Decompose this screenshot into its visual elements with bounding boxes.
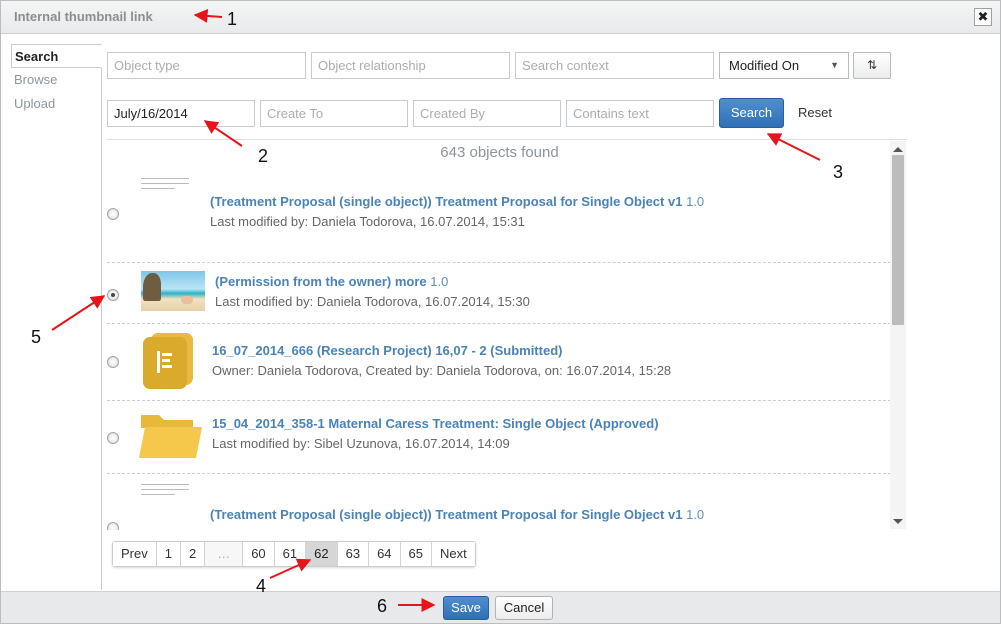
page-button[interactable]: 61 [274,542,307,566]
date-from-input[interactable] [107,100,255,127]
annotation-number: 5 [31,327,42,347]
page-next-button[interactable]: Next [432,542,475,566]
page-button[interactable]: 63 [337,542,370,566]
page-button[interactable]: 64 [369,542,401,566]
sidebar-item-search[interactable]: Search [11,44,102,68]
save-button[interactable]: Save [443,596,489,620]
sort-icon: ⇅ [866,58,878,72]
search-button[interactable]: Search [719,98,784,128]
result-title[interactable]: (Treatment Proposal (single object)) Tre… [210,194,704,209]
search-context-input[interactable] [515,52,714,79]
result-version: 1.0 [430,274,449,289]
result-title[interactable]: 16_07_2014_666 (Research Project) 16,07 … [212,343,562,358]
result-version: 1.0 [686,194,705,209]
result-version: 1.0 [686,507,705,522]
object-relationship-input[interactable] [311,52,510,79]
close-button[interactable]: ✖ [974,8,992,26]
result-item[interactable]: (Treatment Proposal (single object)) Tre… [107,474,891,530]
cancel-button[interactable]: Cancel [495,596,553,620]
result-title[interactable]: (Treatment Proposal (single object)) Tre… [210,507,704,522]
result-radio[interactable] [107,356,119,368]
result-radio[interactable] [107,208,119,220]
page-button[interactable]: 2 [180,542,206,566]
folder-icon [139,415,202,458]
sort-direction-button[interactable]: ⇅ [853,52,891,79]
contains-text-input[interactable] [566,100,714,127]
scroll-thumb[interactable] [892,155,904,325]
results-count: 643 objects found [440,144,559,161]
result-title[interactable]: 15_04_2014_358-1 Maternal Caress Treatme… [212,416,659,431]
sidebar-item-browse[interactable]: Browse [11,68,101,92]
result-radio[interactable] [107,432,119,444]
sort-field-value: Modified On [729,58,800,73]
annotation-number: 4 [256,576,267,596]
annotation-number: 2 [258,146,269,166]
dialog-footer: Save Cancel [1,591,1000,623]
result-item[interactable]: (Treatment Proposal (single object)) Tre… [107,170,891,262]
page-button-current[interactable]: 62 [306,542,338,566]
scroll-up-icon[interactable] [893,147,903,152]
page-button[interactable]: 60 [243,542,275,566]
sidebar-item-upload[interactable]: Upload [11,92,101,116]
dialog-titlebar: Internal thumbnail link ✖ [1,1,1000,34]
document-thumbnail [141,174,189,220]
result-meta: Last modified by: Daniela Todorova, 16.0… [210,214,525,229]
beach-photo-thumbnail [141,271,205,311]
page-prev-button[interactable]: Prev [113,542,157,566]
page-ellipsis: … [205,542,244,566]
annotation-number: 1 [227,9,238,29]
result-item[interactable]: 15_04_2014_358-1 Maternal Caress Treatme… [107,401,891,473]
result-meta: Last modified by: Sibel Uzunova, 16.07.2… [212,436,510,451]
internal-thumbnail-link-dialog: Internal thumbnail link ✖ Search Browse … [0,0,1001,624]
document-thumbnail [141,480,189,526]
result-item[interactable]: (Permission from the owner) more 1.0 Las… [107,263,891,323]
page-button[interactable]: 65 [400,542,433,566]
sidebar-nav: Search Browse Upload [11,44,102,590]
annotation-number: 6 [377,596,388,616]
results-scrollbar[interactable] [890,141,906,529]
page-button[interactable]: 1 [156,542,181,566]
results-list: 643 objects found (Treatment Proposal (s… [107,139,907,530]
result-item[interactable]: 16_07_2014_666 (Research Project) 16,07 … [107,324,891,400]
object-type-input[interactable] [107,52,306,79]
result-title[interactable]: (Permission from the owner) more 1.0 [215,274,448,289]
result-radio[interactable] [107,522,119,530]
created-by-input[interactable] [413,100,561,127]
annotation-number: 3 [833,162,844,182]
project-book-icon [143,333,193,389]
result-meta: Last modified by: Daniela Todorova, 16.0… [215,294,530,309]
scroll-down-icon[interactable] [893,519,903,524]
reset-button[interactable]: Reset [798,105,832,120]
result-meta: Owner: Daniela Todorova, Created by: Dan… [212,363,672,378]
sort-field-select[interactable]: Modified On ▼ [719,52,849,79]
dialog-title: Internal thumbnail link [14,9,153,24]
close-icon: ✖ [977,9,989,24]
chevron-down-icon: ▼ [830,60,839,70]
pagination: Prev 1 2 … 60 61 62 63 64 65 Next [112,541,476,567]
create-to-input[interactable] [260,100,408,127]
result-radio[interactable] [107,289,119,301]
